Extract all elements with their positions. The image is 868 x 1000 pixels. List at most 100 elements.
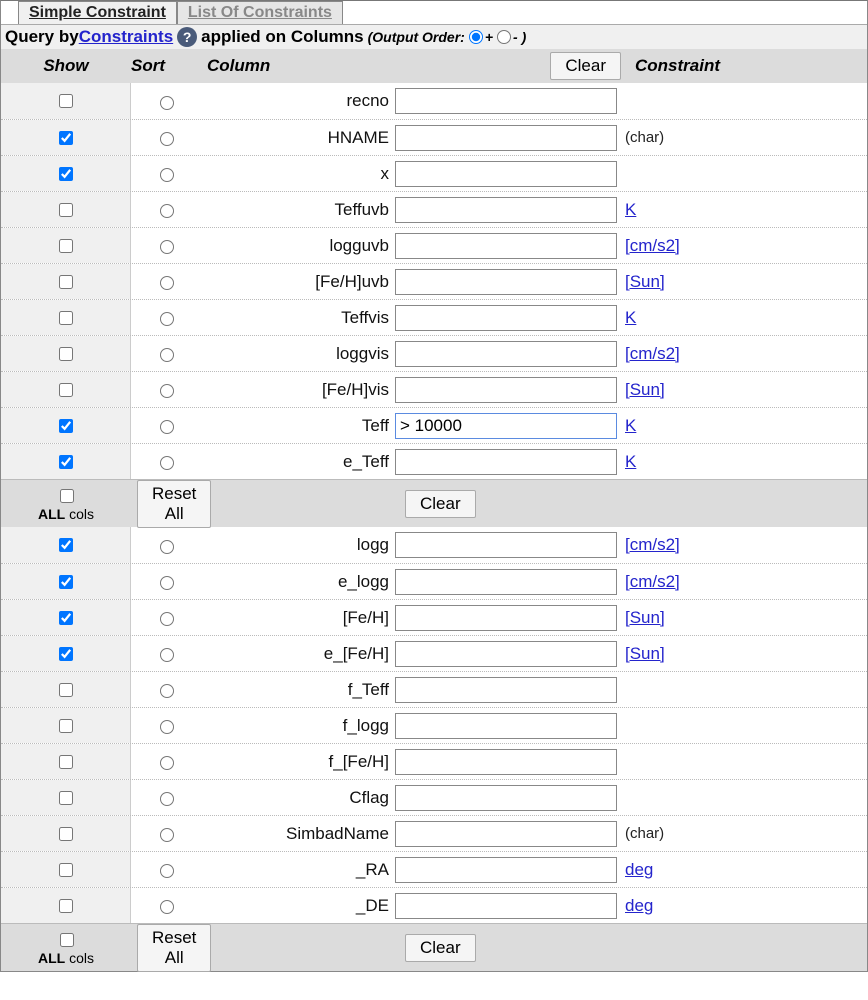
sort-radio[interactable] xyxy=(160,756,174,770)
sort-radio[interactable] xyxy=(160,168,174,182)
show-checkbox[interactable] xyxy=(59,827,73,841)
show-checkbox[interactable] xyxy=(59,755,73,769)
show-checkbox[interactable] xyxy=(59,203,73,217)
show-checkbox[interactable] xyxy=(59,791,73,805)
reset-all-button-2[interactable]: Reset All xyxy=(137,924,211,972)
sort-radio[interactable] xyxy=(160,720,174,734)
sort-radio[interactable] xyxy=(160,828,174,842)
clear-button-1[interactable]: Clear xyxy=(405,490,476,518)
constraint-input[interactable] xyxy=(395,413,617,439)
constraint-input[interactable] xyxy=(395,161,617,187)
show-checkbox[interactable] xyxy=(59,167,73,181)
sort-radio[interactable] xyxy=(160,312,174,326)
constraint-input[interactable] xyxy=(395,749,617,775)
show-checkbox[interactable] xyxy=(59,347,73,361)
sort-radio[interactable] xyxy=(160,648,174,662)
sort-radio[interactable] xyxy=(160,240,174,254)
show-checkbox[interactable] xyxy=(59,647,73,661)
constraint-input[interactable] xyxy=(395,197,617,223)
show-checkbox[interactable] xyxy=(59,719,73,733)
show-checkbox[interactable] xyxy=(59,683,73,697)
tab-simple-constraint[interactable]: Simple Constraint xyxy=(18,1,177,24)
show-checkbox[interactable] xyxy=(59,383,73,397)
constraint-input[interactable] xyxy=(395,125,617,151)
show-checkbox[interactable] xyxy=(59,538,73,552)
sort-radio[interactable] xyxy=(160,96,174,110)
unit-link[interactable]: [Sun] xyxy=(625,380,665,399)
unit-link[interactable]: [cm/s2] xyxy=(625,236,680,255)
all-cols-checkbox-1[interactable] xyxy=(60,489,74,503)
sort-radio[interactable] xyxy=(160,384,174,398)
unit-link[interactable]: [cm/s2] xyxy=(625,344,680,363)
constraint-input[interactable] xyxy=(395,532,617,558)
show-checkbox[interactable] xyxy=(59,863,73,877)
unit-link[interactable]: deg xyxy=(625,860,653,879)
clear-header-button[interactable]: Clear xyxy=(550,52,621,80)
sort-cell xyxy=(131,372,201,407)
show-checkbox[interactable] xyxy=(59,575,73,589)
unit-link[interactable]: [Sun] xyxy=(625,272,665,291)
unit-link[interactable]: [Sun] xyxy=(625,608,665,627)
show-checkbox[interactable] xyxy=(59,275,73,289)
unit-link[interactable]: deg xyxy=(625,896,653,915)
show-checkbox[interactable] xyxy=(59,239,73,253)
constraint-input[interactable] xyxy=(395,341,617,367)
all-cols-checkbox-2[interactable] xyxy=(60,933,74,947)
constraint-input[interactable] xyxy=(395,377,617,403)
sort-radio[interactable] xyxy=(160,900,174,914)
constraint-input[interactable] xyxy=(395,88,617,114)
constraint-input[interactable] xyxy=(395,677,617,703)
constraint-input[interactable] xyxy=(395,305,617,331)
constraint-input[interactable] xyxy=(395,605,617,631)
unit-link[interactable]: K xyxy=(625,452,636,471)
constraint-input[interactable] xyxy=(395,641,617,667)
unit-link[interactable]: [cm/s2] xyxy=(625,535,680,554)
constraint-input[interactable] xyxy=(395,269,617,295)
show-checkbox[interactable] xyxy=(59,611,73,625)
constraint-input[interactable] xyxy=(395,785,617,811)
unit-link[interactable]: K xyxy=(625,416,636,435)
sort-radio[interactable] xyxy=(160,420,174,434)
clear-button-2[interactable]: Clear xyxy=(405,934,476,962)
show-checkbox[interactable] xyxy=(59,899,73,913)
constraint-input[interactable] xyxy=(395,857,617,883)
help-icon[interactable]: ? xyxy=(177,27,197,47)
sort-radio[interactable] xyxy=(160,684,174,698)
constraint-input[interactable] xyxy=(395,233,617,259)
sort-radio[interactable] xyxy=(160,864,174,878)
show-checkbox[interactable] xyxy=(59,419,73,433)
sort-radio[interactable] xyxy=(160,792,174,806)
show-checkbox[interactable] xyxy=(59,311,73,325)
tab-list-constraints[interactable]: List Of Constraints xyxy=(177,1,343,24)
constraint-input[interactable] xyxy=(395,569,617,595)
sort-radio[interactable] xyxy=(160,348,174,362)
show-checkbox[interactable] xyxy=(59,455,73,469)
constraint-input[interactable] xyxy=(395,893,617,919)
column-name: recno xyxy=(201,91,393,111)
constraint-input-cell xyxy=(393,449,621,475)
unit-link[interactable]: [cm/s2] xyxy=(625,572,680,591)
sort-radio[interactable] xyxy=(160,456,174,470)
unit-link[interactable]: K xyxy=(625,200,636,219)
sort-radio[interactable] xyxy=(160,276,174,290)
reset-all-button-1[interactable]: Reset All xyxy=(137,480,211,528)
sort-radio[interactable] xyxy=(160,132,174,146)
unit-link[interactable]: [Sun] xyxy=(625,644,665,663)
show-checkbox[interactable] xyxy=(59,131,73,145)
order-asc-radio[interactable] xyxy=(469,30,483,44)
sort-radio[interactable] xyxy=(160,612,174,626)
constraint-input[interactable] xyxy=(395,821,617,847)
constraints-link[interactable]: Constraints xyxy=(79,27,173,47)
column-name: SimbadName xyxy=(201,824,393,844)
sort-radio[interactable] xyxy=(160,540,174,554)
show-checkbox[interactable] xyxy=(59,94,73,108)
constraint-input[interactable] xyxy=(395,713,617,739)
table-row: Cflag xyxy=(1,779,867,815)
order-desc-radio[interactable] xyxy=(497,30,511,44)
constraint-input[interactable] xyxy=(395,449,617,475)
show-cell xyxy=(1,156,131,191)
sort-radio[interactable] xyxy=(160,576,174,590)
unit-link[interactable]: K xyxy=(625,308,636,327)
sort-radio[interactable] xyxy=(160,204,174,218)
show-cell xyxy=(1,527,131,563)
